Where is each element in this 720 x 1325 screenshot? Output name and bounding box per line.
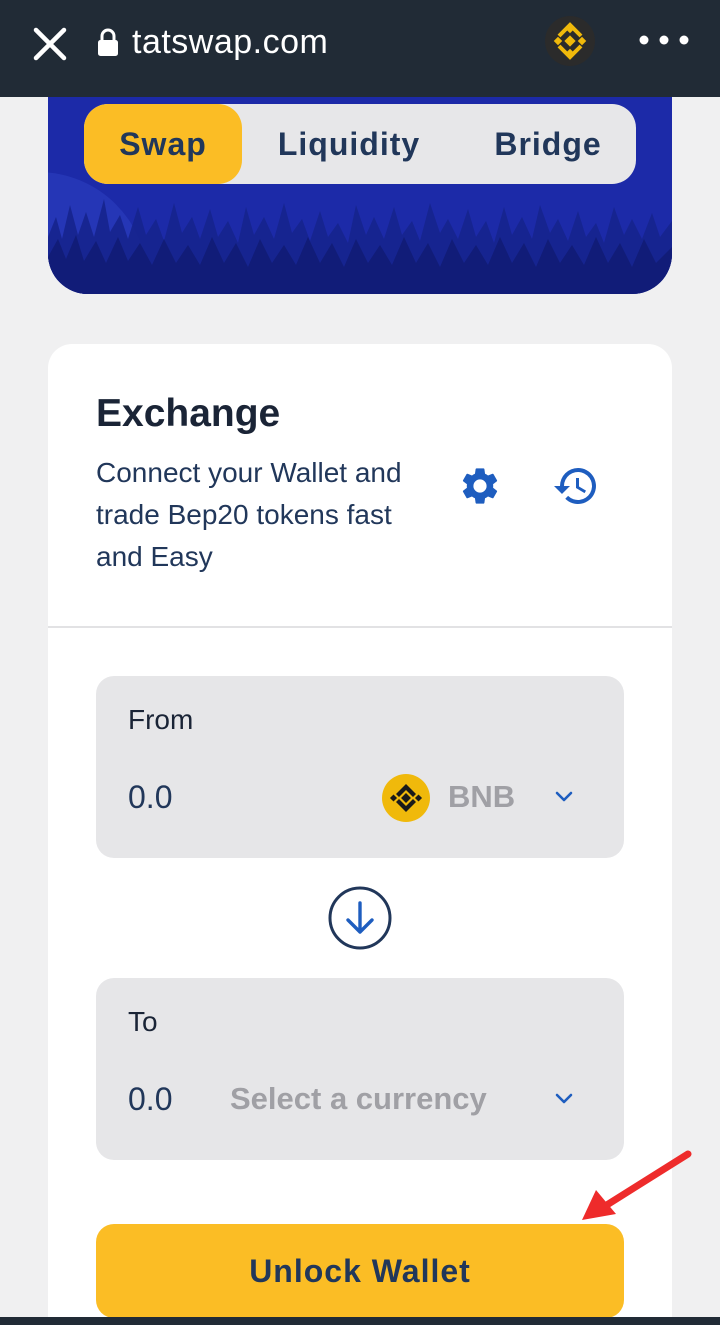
from-label: From bbox=[128, 704, 194, 735]
chevron-down-icon[interactable] bbox=[554, 790, 574, 804]
page-title: Exchange bbox=[96, 392, 281, 435]
gear-icon[interactable] bbox=[458, 464, 502, 508]
to-field: To 0.0 Select a currency bbox=[96, 978, 624, 1160]
browser-toolbar: tatswap.com bbox=[0, 0, 720, 97]
currency-select[interactable]: Select a currency bbox=[230, 1081, 487, 1117]
chevron-down-icon[interactable] bbox=[554, 1092, 574, 1106]
history-icon[interactable] bbox=[552, 462, 600, 510]
annotation-arrow-icon bbox=[582, 1150, 692, 1220]
close-icon[interactable] bbox=[28, 22, 72, 66]
tab-bridge[interactable]: Bridge bbox=[480, 104, 616, 184]
lock-icon bbox=[98, 28, 118, 56]
grass-decoration bbox=[48, 199, 672, 294]
to-label: To bbox=[128, 1006, 158, 1037]
divider bbox=[48, 626, 672, 628]
unlock-wallet-button[interactable]: Unlock Wallet bbox=[96, 1224, 624, 1318]
tab-swap[interactable]: Swap bbox=[84, 104, 242, 184]
from-field: From 0.0 BNB bbox=[96, 676, 624, 858]
tab-liquidity[interactable]: Liquidity bbox=[258, 104, 440, 184]
token-select-label[interactable]: BNB bbox=[448, 779, 515, 815]
bottom-bar bbox=[0, 1317, 720, 1325]
binance-icon[interactable] bbox=[545, 16, 595, 66]
from-amount-input[interactable]: 0.0 bbox=[128, 779, 248, 816]
nav-tabs: Swap Liquidity Bridge bbox=[84, 104, 636, 184]
arrow-down-circle-icon[interactable] bbox=[328, 886, 392, 950]
exchange-description: Connect your Wallet and trade Bep20 toke… bbox=[96, 457, 402, 572]
more-dots-icon[interactable] bbox=[634, 26, 694, 56]
bnb-icon[interactable] bbox=[382, 774, 430, 822]
url-text[interactable]: tatswap.com bbox=[132, 20, 328, 64]
